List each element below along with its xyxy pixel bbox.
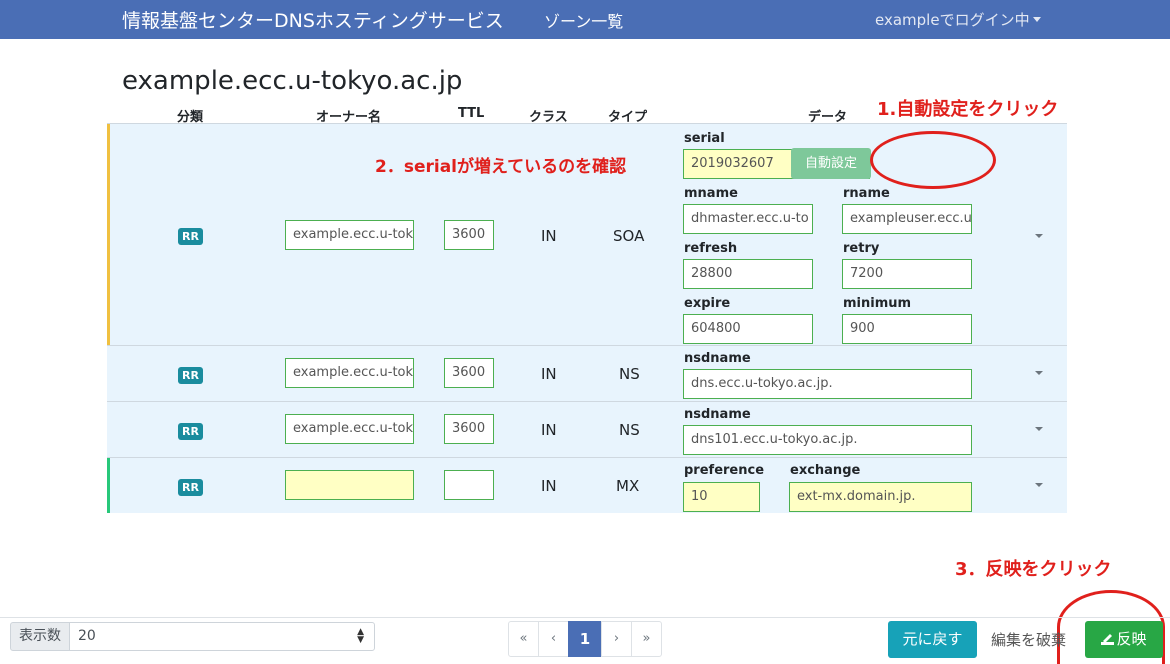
per-page-value: 20	[78, 628, 96, 644]
mname-input[interactable]: dhmaster.ecc.u-to	[683, 204, 813, 234]
ttl-input[interactable]: 3600	[444, 220, 494, 250]
footer-divider	[0, 617, 1170, 618]
record-row-ns: RR example.ecc.u-tok 3600 IN NS nsdname …	[107, 401, 1067, 457]
annotation-step3: 3．反映をクリック	[955, 559, 1112, 580]
class-cell: IN	[541, 365, 557, 383]
page-next[interactable]: ›	[601, 621, 632, 657]
header-ttl: TTL	[458, 106, 485, 121]
minimum-input[interactable]: 900	[842, 314, 972, 344]
owner-input[interactable]: example.ecc.u-tok	[285, 414, 414, 444]
retry-label: retry	[843, 241, 880, 256]
expire-input[interactable]: 604800	[683, 314, 813, 344]
discard-edits-link[interactable]: 編集を破棄	[991, 629, 1070, 650]
rr-badge: RR	[178, 228, 203, 245]
page-prev[interactable]: ‹	[538, 621, 569, 657]
rr-badge: RR	[178, 423, 203, 440]
nsdname-input[interactable]: dns.ecc.u-tokyo.ac.jp.	[683, 369, 972, 399]
preference-input[interactable]: 10	[683, 482, 760, 512]
record-row-ns: RR example.ecc.u-tok 3600 IN NS nsdname …	[107, 345, 1067, 401]
type-cell: MX	[616, 477, 640, 495]
page-current[interactable]: 1	[568, 621, 602, 657]
nsdname-label: nsdname	[684, 351, 751, 366]
exchange-input[interactable]: ext-mx.domain.jp.	[789, 482, 972, 512]
refresh-label: refresh	[684, 241, 738, 256]
ttl-input[interactable]	[444, 470, 494, 500]
owner-input[interactable]: example.ecc.u-tok	[285, 220, 414, 250]
select-arrows-icon: ▲ ▼	[357, 627, 364, 645]
chevron-down-icon	[1032, 17, 1041, 22]
annotation-circle	[870, 131, 996, 189]
rr-badge: RR	[178, 367, 203, 384]
login-label: exampleでログイン中	[875, 11, 1030, 29]
mname-label: mname	[684, 186, 738, 201]
navbar: 情報基盤センターDNSホスティングサービス ゾーン一覧 exampleでログイン…	[0, 0, 1170, 39]
nav-zone-list[interactable]: ゾーン一覧	[544, 8, 623, 32]
retry-input[interactable]: 7200	[842, 259, 972, 289]
zone-title: example.ecc.u-tokyo.ac.jp	[122, 66, 463, 96]
preference-label: preference	[684, 463, 765, 478]
auto-set-button[interactable]: 自動設定	[791, 148, 871, 179]
rname-input[interactable]: exampleuser.ecc.u	[842, 204, 972, 234]
owner-input[interactable]: example.ecc.u-tok	[285, 358, 414, 388]
nsdname-label: nsdname	[684, 407, 751, 422]
type-cell: SOA	[613, 227, 645, 245]
upload-icon	[1101, 634, 1115, 645]
apply-button[interactable]: 反映	[1085, 621, 1163, 658]
expand-caret-icon[interactable]	[1035, 427, 1043, 431]
rname-label: rname	[843, 186, 890, 201]
rr-badge: RR	[178, 479, 203, 496]
ttl-input[interactable]: 3600	[444, 414, 494, 444]
serial-label: serial	[684, 131, 725, 146]
ttl-input[interactable]: 3600	[444, 358, 494, 388]
type-cell: NS	[619, 421, 640, 439]
minimum-label: minimum	[843, 296, 912, 311]
revert-button[interactable]: 元に戻す	[888, 621, 977, 658]
class-cell: IN	[541, 227, 557, 245]
annotation-step2: 2．serialが増えているのを確認	[375, 157, 627, 177]
apply-label: 反映	[1116, 630, 1147, 648]
annotation-step1: 1.自動設定をクリック	[877, 99, 1059, 120]
exchange-label: exchange	[790, 463, 861, 478]
per-page-select[interactable]: 20 ▲ ▼	[69, 622, 375, 651]
expand-caret-icon[interactable]	[1035, 371, 1043, 375]
login-menu[interactable]: exampleでログイン中	[875, 9, 1041, 30]
expand-caret-icon[interactable]	[1035, 234, 1043, 238]
expand-caret-icon[interactable]	[1035, 483, 1043, 487]
page-first[interactable]: «	[508, 621, 539, 657]
expire-label: expire	[684, 296, 731, 311]
page-last[interactable]: »	[631, 621, 662, 657]
brand-title[interactable]: 情報基盤センターDNSホスティングサービス	[122, 6, 504, 33]
pagination: « ‹ 1 › »	[508, 621, 662, 657]
class-cell: IN	[541, 421, 557, 439]
owner-input[interactable]	[285, 470, 414, 500]
class-cell: IN	[541, 477, 557, 495]
record-row-mx: RR IN MX preference 10 exchange ext-mx.d…	[107, 457, 1067, 513]
refresh-input[interactable]: 28800	[683, 259, 813, 289]
row-status-bar	[107, 124, 110, 345]
nsdname-input[interactable]: dns101.ecc.u-tokyo.ac.jp.	[683, 425, 972, 455]
type-cell: NS	[619, 365, 640, 383]
row-status-bar	[107, 458, 110, 513]
per-page-label: 表示数	[10, 622, 70, 651]
